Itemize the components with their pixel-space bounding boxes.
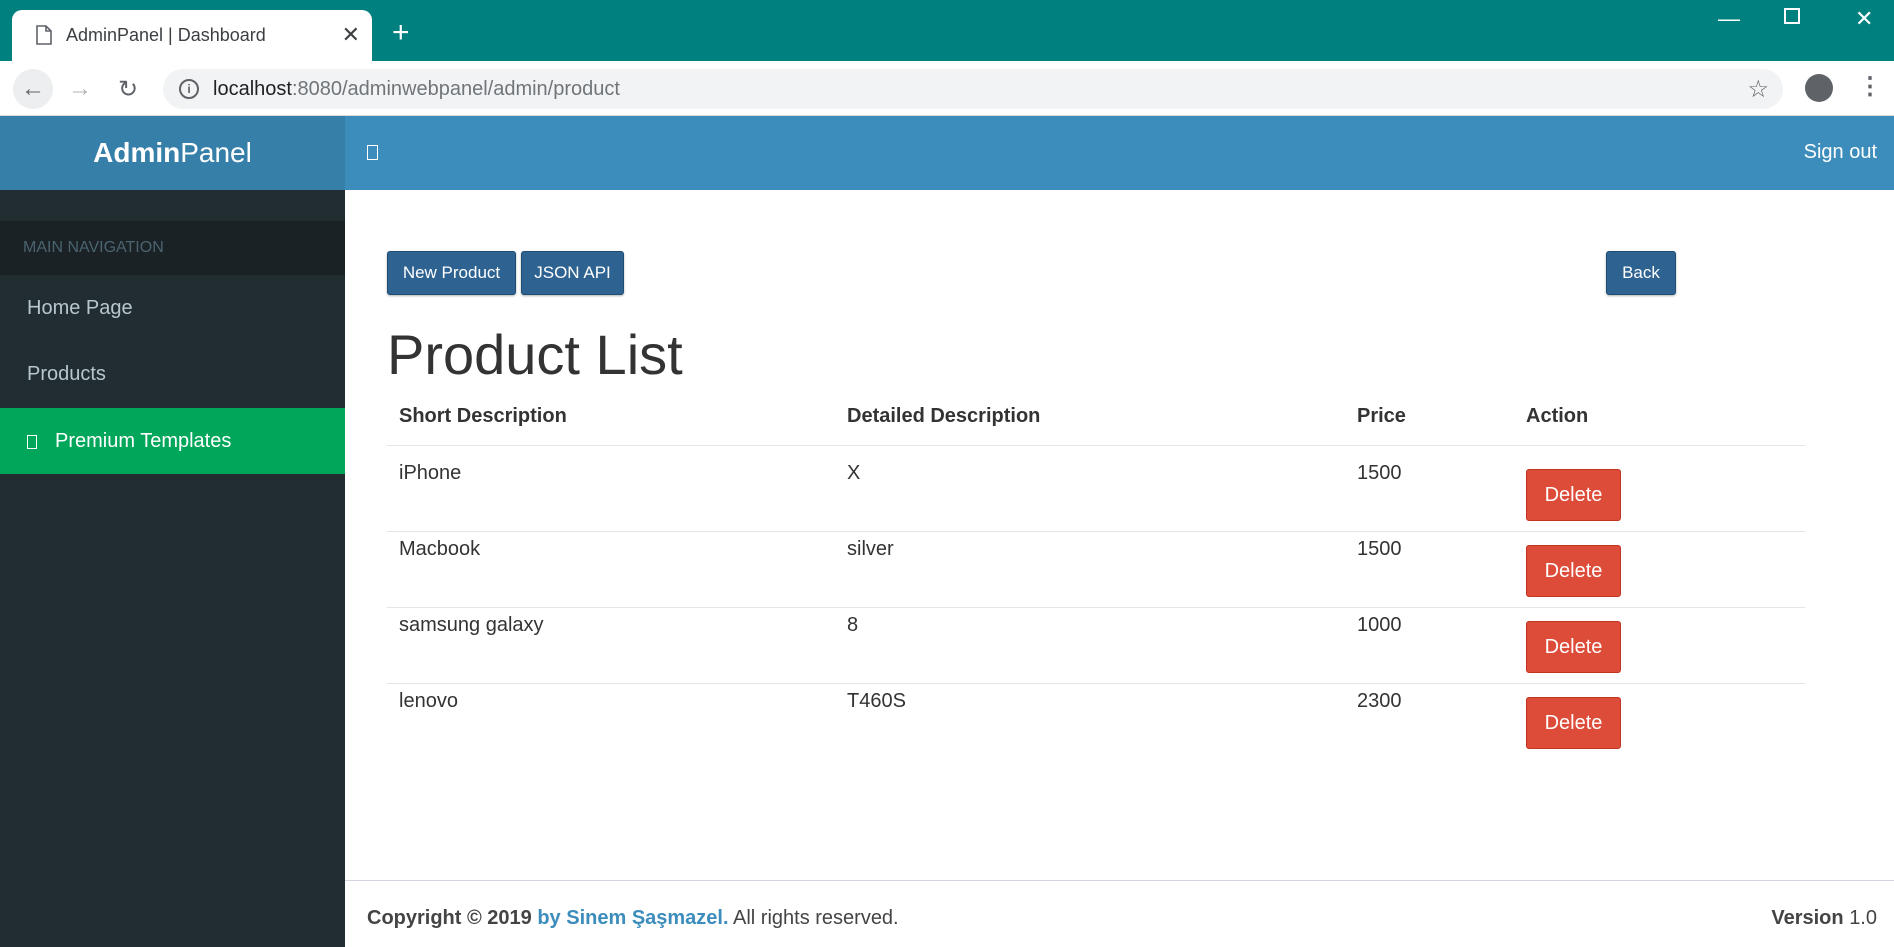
browser-toolbar: ← → ↻ i localhost:8080/adminwebpanel/adm…	[0, 61, 1894, 116]
column-header-short-description: Short Description	[399, 405, 567, 427]
json-api-button[interactable]: JSON API	[521, 251, 624, 295]
cell-short-description: Macbook	[399, 538, 481, 560]
version-label: Version	[1771, 907, 1844, 929]
back-arrow-icon[interactable]: ←	[13, 69, 53, 109]
rights-text: All rights reserved.	[733, 907, 899, 929]
cell-detailed-description: X	[847, 462, 861, 484]
back-button[interactable]: Back	[1606, 251, 1676, 295]
main-content: New Product JSON API Back Product List S…	[345, 190, 1894, 880]
cell-detailed-description: 8	[847, 614, 859, 636]
table-divider	[387, 531, 1805, 532]
footer: Copyright © 2019 by Sinem Şaşmazel. All …	[345, 880, 1894, 947]
sidebar-item-label: Home Page	[27, 297, 133, 319]
tab-title: AdminPanel | Dashboard	[66, 25, 266, 45]
cell-price: 2300	[1357, 690, 1402, 712]
new-tab-icon[interactable]: +	[392, 18, 410, 48]
page-icon	[36, 25, 52, 45]
logo-light: Panel	[180, 137, 252, 168]
sign-out-link[interactable]: Sign out	[1804, 141, 1877, 164]
version-value: 1.0	[1849, 907, 1877, 929]
nav-header: MAIN NAVIGATION	[0, 221, 345, 275]
sidebar-item-home-page[interactable]: Home Page	[0, 275, 345, 341]
address-bar[interactable]: i localhost:8080/adminwebpanel/admin/pro…	[163, 69, 1783, 109]
sidebar-item-premium-templates[interactable]: Premium Templates	[0, 408, 345, 474]
url-text[interactable]: localhost:8080/adminwebpanel/admin/produ…	[213, 78, 620, 101]
cell-price: 1500	[1357, 538, 1402, 560]
sidebar: Admin Panel MAIN NAVIGATION Home Page Pro…	[0, 116, 345, 947]
template-icon	[27, 434, 37, 449]
logo[interactable]: Admin Panel	[0, 116, 345, 190]
maximize-icon[interactable]	[1784, 8, 1800, 24]
tab-close-icon[interactable]: ✕	[342, 22, 360, 48]
copyright-label: Copyright © 2019	[367, 907, 532, 929]
bookmark-star-icon[interactable]: ☆	[1747, 75, 1769, 104]
top-navbar: Sign out	[345, 116, 1894, 190]
cell-short-description: iPhone	[399, 462, 462, 484]
delete-button[interactable]: Delete	[1526, 469, 1621, 521]
sidebar-toggle-icon[interactable]	[367, 145, 378, 160]
table-divider	[387, 683, 1805, 684]
table-divider	[387, 607, 1805, 608]
sidebar-item-label: Premium Templates	[55, 430, 232, 452]
forward-arrow-icon[interactable]: →	[60, 71, 100, 107]
cell-detailed-description: T460S	[847, 690, 906, 712]
new-product-button[interactable]: New Product	[387, 251, 516, 295]
delete-button[interactable]: Delete	[1526, 545, 1621, 597]
page-title: Product List	[387, 323, 683, 386]
reload-icon[interactable]: ↻	[108, 71, 148, 107]
cell-short-description: samsung galaxy	[399, 614, 544, 636]
cell-detailed-description: silver	[847, 538, 894, 560]
window-close-icon[interactable]: ✕	[1855, 6, 1873, 32]
column-header-detailed-description: Detailed Description	[847, 405, 1041, 427]
copyright-text: Copyright © 2019 by Sinem Şaşmazel. All …	[367, 907, 899, 930]
column-header-price: Price	[1357, 405, 1406, 427]
info-icon[interactable]: i	[179, 79, 199, 99]
url-path: :8080/adminwebpanel/admin/product	[291, 78, 620, 100]
column-header-action: Action	[1526, 405, 1589, 427]
version-info: Version 1.0	[1771, 907, 1877, 930]
logo-bold: Admin	[93, 137, 181, 168]
delete-button[interactable]: Delete	[1526, 621, 1621, 673]
sidebar-item-label: Products	[27, 363, 106, 385]
delete-button[interactable]: Delete	[1526, 697, 1621, 749]
browser-tab[interactable]: AdminPanel | Dashboard ✕	[12, 10, 372, 61]
profile-icon[interactable]	[1805, 74, 1833, 102]
cell-price: 1500	[1357, 462, 1402, 484]
sidebar-item-products[interactable]: Products	[0, 341, 345, 407]
cell-price: 1000	[1357, 614, 1402, 636]
cell-short-description: lenovo	[399, 690, 458, 712]
browser-tab-strip: AdminPanel | Dashboard ✕ + — ✕	[0, 0, 1894, 61]
url-host: localhost	[213, 78, 292, 100]
author-link[interactable]: by Sinem Şaşmazel.	[537, 907, 728, 929]
table-divider	[387, 445, 1805, 446]
minimize-icon[interactable]: —	[1718, 6, 1740, 32]
browser-menu-icon[interactable]: ⋮	[1858, 70, 1882, 104]
